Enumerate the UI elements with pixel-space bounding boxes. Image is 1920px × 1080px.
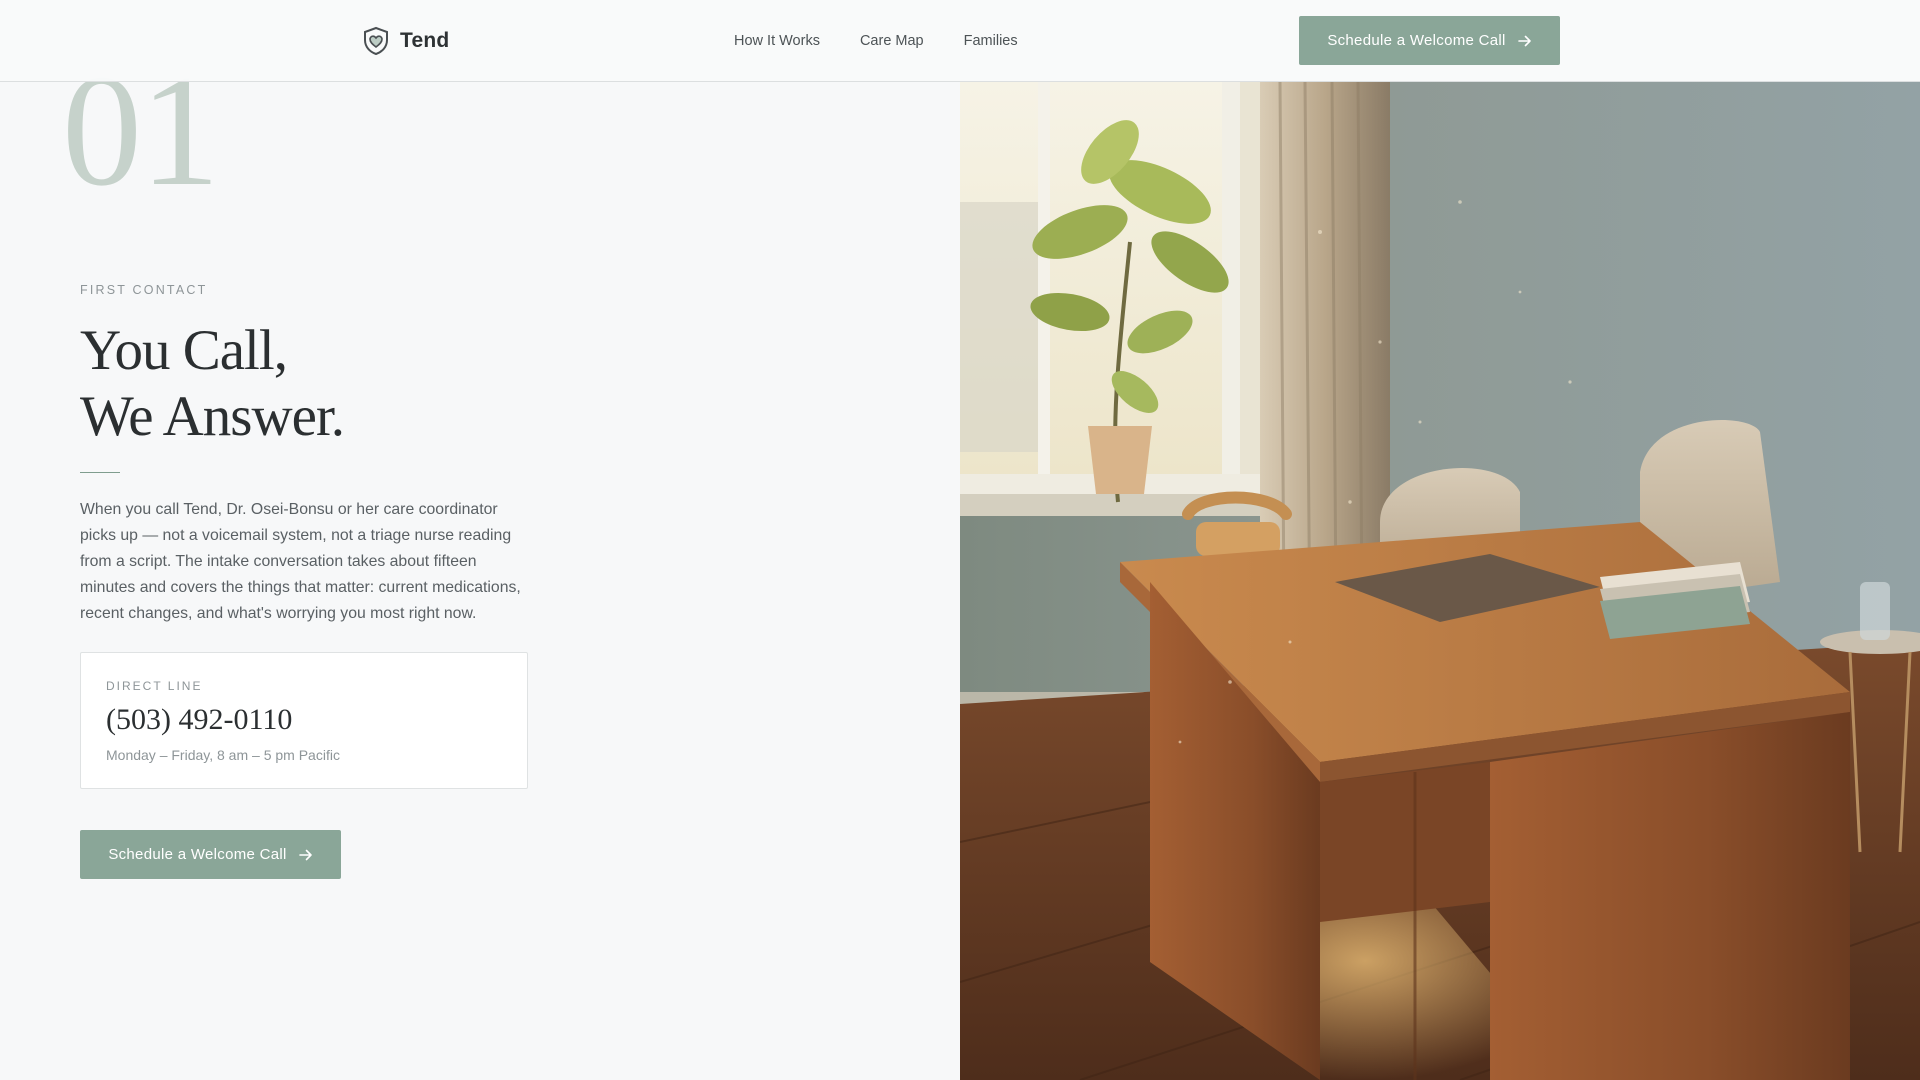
accent-divider <box>80 472 120 473</box>
schedule-call-button[interactable]: Schedule a Welcome Call <box>80 830 341 879</box>
main-nav: How It Works Care Map Families <box>734 31 1018 51</box>
arrow-right-icon <box>1517 35 1531 46</box>
direct-line-label: DIRECT LINE <box>106 679 203 693</box>
header-schedule-call-button[interactable]: Schedule a Welcome Call <box>1299 16 1560 65</box>
schedule-call-label: Schedule a Welcome Call <box>108 846 287 863</box>
brand-name: Tend <box>400 29 450 52</box>
section-eyebrow: FIRST CONTACT <box>80 283 208 297</box>
headline-line-1: You Call, <box>80 319 288 382</box>
section-headline: You Call, We Answer. <box>80 318 345 450</box>
direct-line-hours: Monday – Friday, 8 am – 5 pm Pacific <box>106 747 340 763</box>
brand-logo-link[interactable]: Tend <box>362 26 449 56</box>
section-body-text: When you call Tend, Dr. Osei-Bonsu or he… <box>80 501 521 622</box>
header-schedule-call-label: Schedule a Welcome Call <box>1327 32 1506 49</box>
arrow-right-icon <box>298 849 312 860</box>
office-hero-image <box>960 82 1920 1080</box>
nav-link-how-it-works[interactable]: How It Works <box>734 31 820 51</box>
direct-line-card: DIRECT LINE (503) 492-0110 Monday – Frid… <box>80 652 528 789</box>
nav-link-care-map[interactable]: Care Map <box>860 31 924 51</box>
office-illustration <box>960 82 1920 1080</box>
direct-line-phone-link[interactable]: (503) 492-0110 <box>106 703 292 737</box>
site-header: Tend How It Works Care Map Families Sche… <box>0 0 1920 82</box>
headline-line-2: We Answer. <box>80 385 345 448</box>
nav-link-families[interactable]: Families <box>964 31 1018 51</box>
shield-heart-icon <box>364 26 388 56</box>
